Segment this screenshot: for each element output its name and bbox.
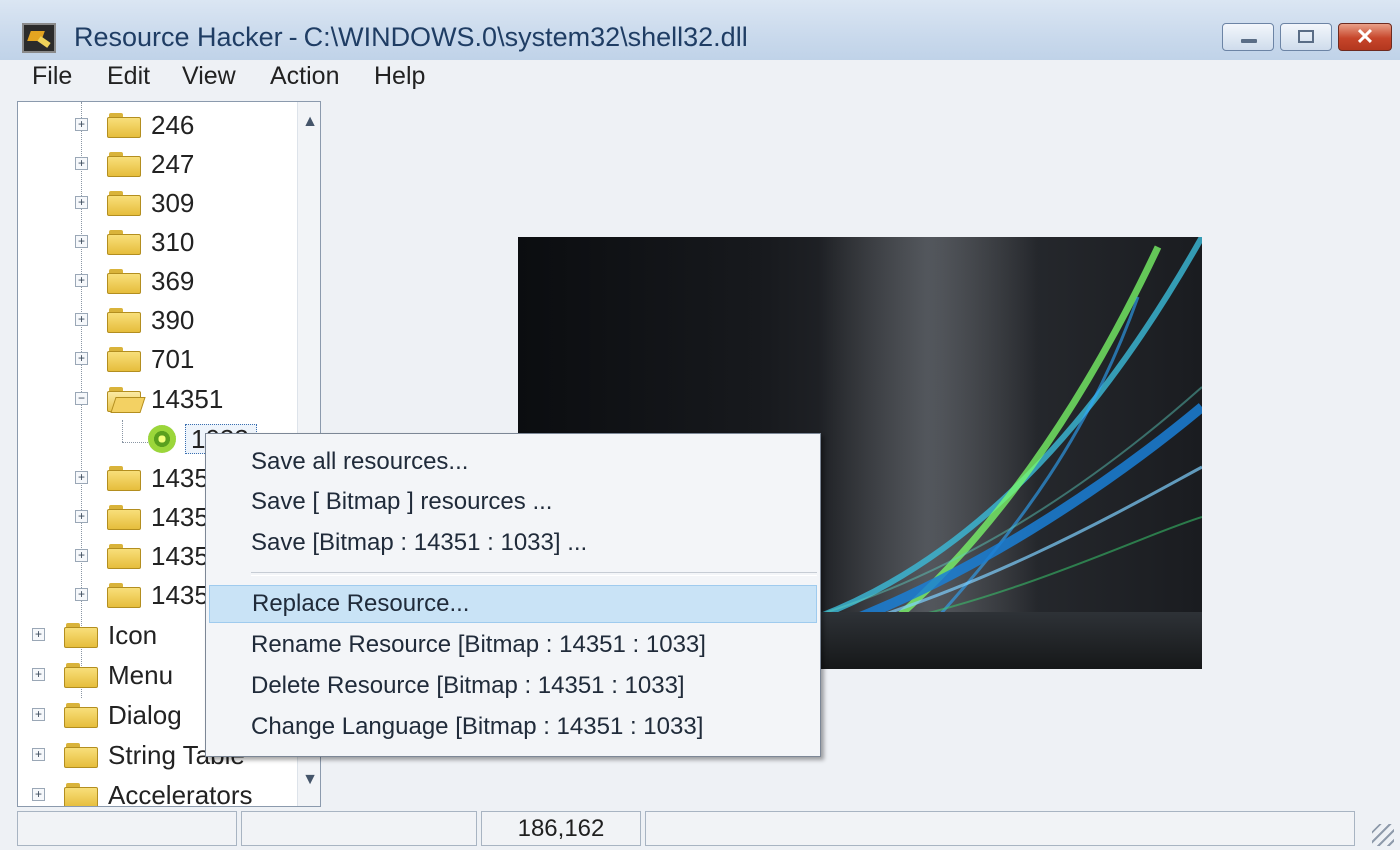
save-bitmap-resources-item[interactable]: Save [ Bitmap ] resources ... [209,483,817,521]
folder-icon [107,504,143,531]
file-path: C:\WINDOWS.0\system32\shell32.dll [303,22,748,52]
maximize-icon [1298,30,1314,43]
expand-icon[interactable]: + [32,628,45,641]
folder-icon [64,742,100,769]
tree-item[interactable]: + 310 [18,225,297,261]
tree-item-label: Icon [108,620,158,650]
folder-icon [64,782,100,806]
tree-item-accelerators-group[interactable]: + Accelerators [18,778,297,807]
status-cell-1 [17,811,237,846]
save-all-resources-item[interactable]: Save all resources... [209,443,817,481]
scroll-up-icon[interactable]: ▲ [298,108,320,136]
folder-icon [107,582,143,609]
bitmap-gear-icon [148,425,176,453]
folder-icon [107,465,143,492]
open-folder-icon [107,386,146,413]
folder-icon [107,229,143,256]
folder-icon [64,702,100,729]
menu-edit[interactable]: Edit [103,62,154,91]
minimize-icon [1241,39,1257,43]
status-cell-4 [645,811,1355,846]
folder-icon [107,112,143,139]
expand-icon[interactable]: + [75,235,88,248]
resource-hacker-icon[interactable] [22,23,56,53]
expand-icon[interactable]: + [75,352,88,365]
expand-icon[interactable]: + [75,588,88,601]
resize-grip-icon[interactable] [1372,824,1394,846]
tree-item-label: 246 [151,110,195,140]
expand-icon[interactable]: + [75,313,88,326]
tree-item[interactable]: + 701 [18,342,297,378]
status-bar: 186,162 [0,808,1400,850]
expand-icon[interactable]: + [75,471,88,484]
tree-item[interactable]: + 247 [18,147,297,183]
tree-item-label: 1435 [151,580,209,610]
expand-icon[interactable]: + [75,549,88,562]
maximize-button[interactable] [1280,23,1332,51]
tree-item-label: 247 [151,149,195,179]
app-name: Resource Hacker [74,22,283,52]
title-bar[interactable]: Resource Hacker - C:\WINDOWS.0\system32\sh… [0,0,1400,62]
expand-icon[interactable]: + [75,274,88,287]
status-cell-2 [241,811,477,846]
tree-item[interactable]: + 369 [18,264,297,300]
tree-item-expanded[interactable]: − 14351 [18,382,297,418]
folder-icon [107,543,143,570]
tree-item-label: 369 [151,266,195,296]
minimize-button[interactable] [1222,23,1274,51]
menu-action[interactable]: Action [266,62,343,91]
context-menu: Save all resources... Save [ Bitmap ] re… [205,433,821,757]
expand-icon[interactable]: + [75,157,88,170]
tree-item[interactable]: + 309 [18,186,297,222]
menu-help[interactable]: Help [370,62,429,91]
expand-icon[interactable]: + [32,708,45,721]
folder-icon [64,622,100,649]
delete-resource-item[interactable]: Delete Resource [Bitmap : 14351 : 1033] [209,667,817,705]
folder-icon [107,268,143,295]
tree-item[interactable]: + 246 [18,108,297,144]
folder-icon [107,190,143,217]
expand-icon[interactable]: + [32,788,45,801]
cursor-coordinates: 186,162 [481,811,641,846]
title-separator: - [288,22,298,52]
app-window: Resource Hacker - C:\WINDOWS.0\system32\sh… [0,0,1400,850]
save-bitmap-resource-item[interactable]: Save [Bitmap : 14351 : 1033] ... [209,524,817,562]
tree-item-label: 309 [151,188,195,218]
folder-icon [64,662,100,689]
scroll-down-icon[interactable]: ▼ [298,766,320,794]
window-title: Resource Hacker - C:\WINDOWS.0\system32\sh… [74,22,748,53]
folder-icon [107,151,143,178]
expand-icon[interactable]: + [75,510,88,523]
tree-item-label: 1435 [151,502,209,532]
tree-item-label: Dialog [108,700,182,730]
tree-item-label: 310 [151,227,195,257]
tree-item-label: Menu [108,660,174,690]
menu-separator [251,572,817,576]
rename-resource-item[interactable]: Rename Resource [Bitmap : 14351 : 1033] [209,626,817,664]
expand-icon[interactable]: + [32,748,45,761]
folder-icon [107,346,143,373]
folder-icon [107,307,143,334]
collapse-icon[interactable]: − [75,392,88,405]
close-icon: ✕ [1355,24,1375,49]
menu-view[interactable]: View [178,62,240,91]
expand-icon[interactable]: + [75,118,88,131]
tree-item-label: 1435 [151,463,209,493]
expand-icon[interactable]: + [75,196,88,209]
tree-item-label: 14351 [151,384,224,414]
replace-resource-item[interactable]: Replace Resource... [209,585,817,623]
tree-item-label: 390 [151,305,195,335]
close-button[interactable]: ✕ [1338,23,1392,51]
tree-item[interactable]: + 390 [18,303,297,339]
menu-file[interactable]: File [28,62,76,91]
expand-icon[interactable]: + [32,668,45,681]
change-language-item[interactable]: Change Language [Bitmap : 14351 : 1033] [209,708,817,746]
tree-item-label: 701 [151,344,195,374]
tree-item-label: Accelerators [108,780,253,807]
menu-bar: File Edit View Action Help [0,60,1400,98]
tree-item-label: 1435 [151,541,209,571]
